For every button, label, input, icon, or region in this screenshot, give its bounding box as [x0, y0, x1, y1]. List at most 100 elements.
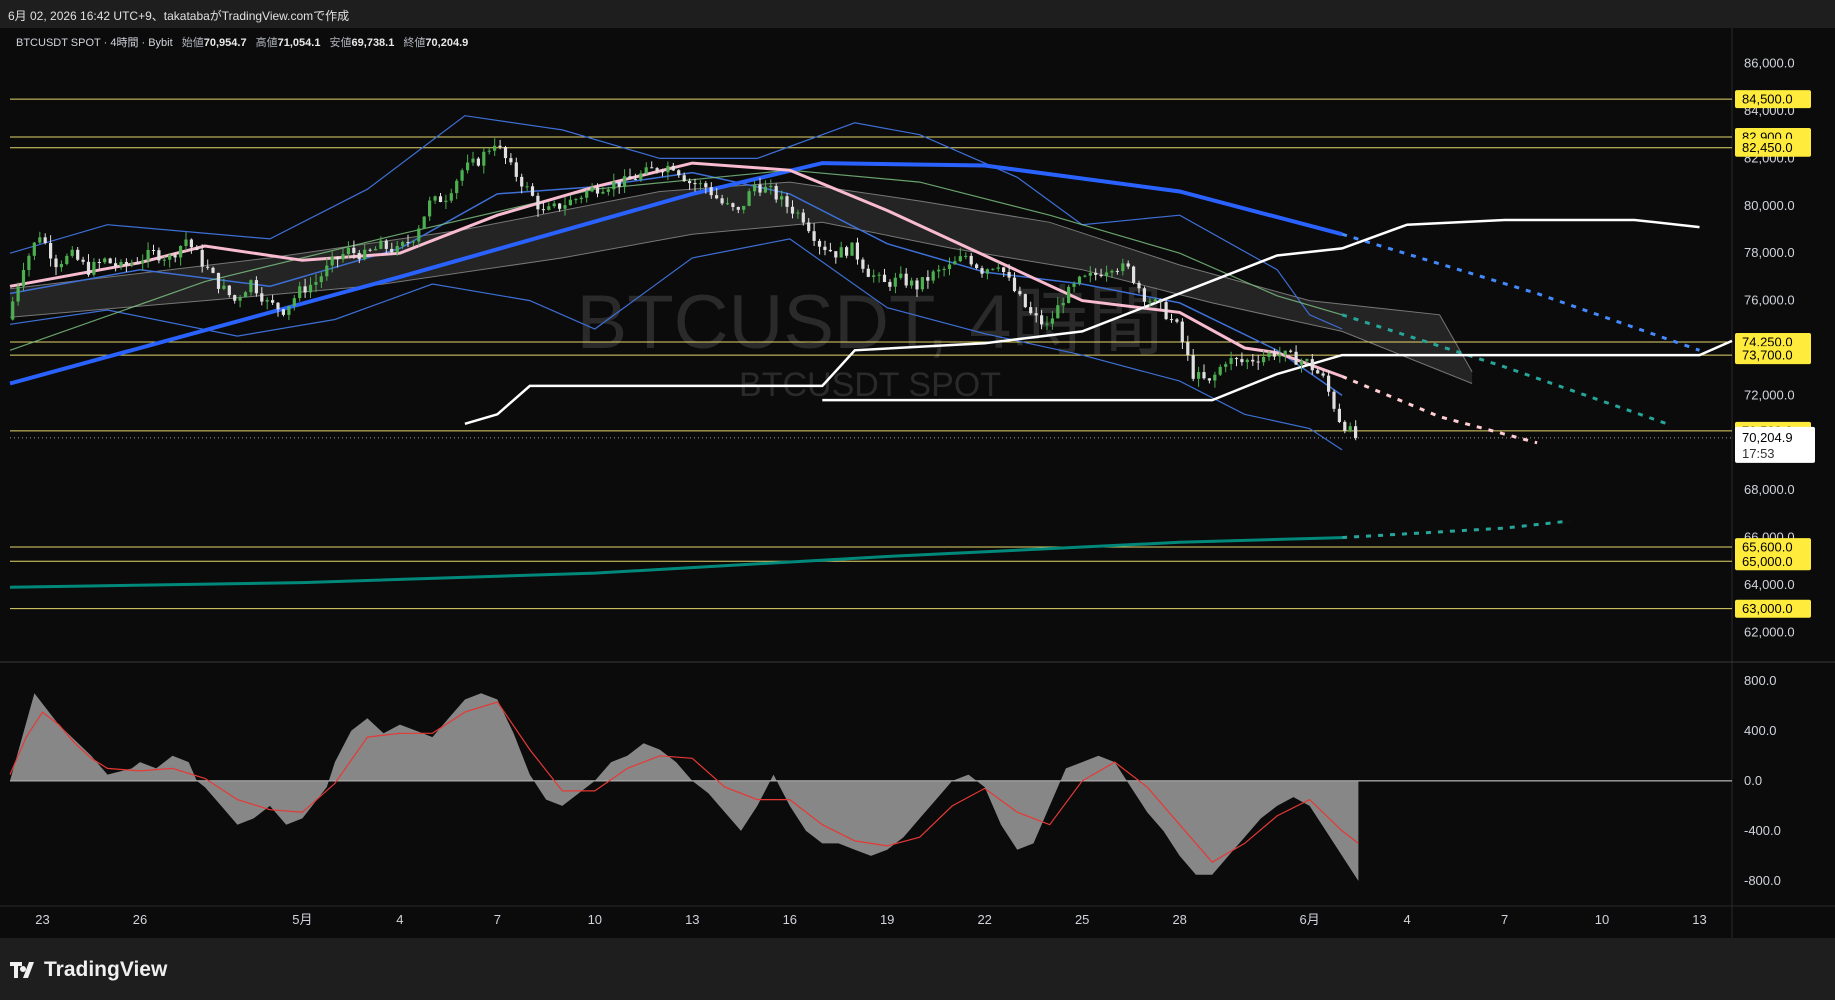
- candlestick: [1278, 354, 1282, 357]
- candlestick: [720, 198, 724, 204]
- candlestick: [119, 262, 123, 267]
- candlestick: [1316, 370, 1320, 374]
- candlestick: [357, 253, 361, 260]
- candlestick: [1337, 408, 1341, 422]
- candlestick: [910, 280, 914, 286]
- candlestick: [124, 262, 128, 266]
- time-axis-tick-label: 22: [977, 912, 991, 927]
- close-value: 70,204.9: [425, 37, 469, 49]
- candlestick: [1094, 272, 1098, 275]
- candlestick: [38, 237, 42, 243]
- candlestick: [796, 212, 800, 214]
- chart-canvas[interactable]: BTCUSDT, 4時間 BTCUSDT SPOT 62,000.064,000…: [0, 28, 1835, 938]
- candlestick: [1202, 372, 1206, 379]
- candlestick: [86, 261, 91, 275]
- candlestick: [379, 240, 383, 249]
- candlestick: [807, 222, 811, 232]
- candlestick: [747, 191, 751, 206]
- footer-bar: TradingView: [0, 938, 1835, 1000]
- candlestick: [991, 268, 995, 270]
- ma-pink-projection: [1341, 375, 1538, 445]
- candlestick: [1294, 351, 1298, 365]
- candlestick: [97, 262, 101, 263]
- candlestick: [964, 255, 968, 257]
- candlestick: [942, 269, 946, 270]
- candlestick: [1088, 272, 1092, 276]
- candlestick: [769, 186, 773, 187]
- candlestick: [536, 195, 540, 210]
- candlestick: [953, 261, 957, 265]
- candlestick: [200, 250, 204, 267]
- candlestick: [206, 266, 210, 268]
- candlestick: [16, 286, 20, 302]
- candlestick: [606, 189, 610, 192]
- candlestick: [184, 239, 188, 246]
- candlestick: [709, 187, 713, 196]
- candlestick: [547, 206, 551, 210]
- candlestick: [601, 191, 605, 194]
- candlestick: [595, 187, 600, 194]
- candlestick: [1197, 372, 1201, 379]
- candlestick: [1110, 270, 1114, 273]
- candlestick: [1251, 359, 1255, 362]
- candlestick: [872, 275, 876, 277]
- candlestick: [666, 165, 670, 173]
- time-axis-tick-label: 4: [1403, 912, 1410, 927]
- candlestick: [287, 306, 291, 315]
- candlestick: [222, 285, 226, 289]
- candlestick: [650, 167, 654, 169]
- candlestick: [1018, 291, 1022, 295]
- candlestick: [888, 282, 892, 287]
- high-label: 高値: [255, 37, 278, 49]
- time-axis-tick-label: 23: [35, 912, 49, 927]
- candlestick: [92, 262, 96, 275]
- candlestick: [1272, 352, 1276, 357]
- candlestick: [812, 231, 816, 241]
- candlestick: [698, 183, 702, 185]
- candlestick: [108, 258, 112, 264]
- candlestick: [1050, 318, 1054, 324]
- tradingview-logo-icon: [10, 962, 34, 978]
- current-price-value: 70,204.9: [1742, 430, 1793, 445]
- candlestick: [969, 255, 973, 265]
- candlestick: [43, 237, 47, 243]
- candlestick: [433, 196, 437, 201]
- candlestick: [265, 300, 269, 302]
- candlestick: [49, 243, 53, 259]
- candlestick: [1072, 283, 1076, 287]
- candlestick: [135, 263, 139, 265]
- candlestick: [466, 162, 470, 171]
- candlestick: [763, 186, 767, 193]
- candlestick: [233, 295, 237, 301]
- candlestick: [130, 263, 134, 265]
- candlestick: [503, 147, 508, 159]
- candlestick: [823, 246, 827, 250]
- candlestick: [899, 273, 903, 278]
- time-axis-tick-label: 13: [1692, 912, 1706, 927]
- candlestick: [260, 293, 264, 302]
- candlestick: [32, 242, 36, 256]
- candlestick: [1121, 263, 1125, 272]
- candlestick: [1148, 301, 1152, 303]
- candlestick: [70, 249, 74, 256]
- chart-area[interactable]: BTCUSDT, 4時間 BTCUSDT SPOT 62,000.0 64,000…: [0, 28, 1835, 938]
- watermark-main: BTCUSDT, 4時間: [577, 280, 1164, 365]
- snapshot-caption: 6月 02, 2026 16:42 UTC+9、takatabaがTrading…: [8, 9, 350, 23]
- candlestick: [281, 309, 285, 315]
- candlestick: [541, 209, 545, 211]
- candlestick: [330, 256, 334, 266]
- candlestick: [1186, 342, 1190, 356]
- candlestick: [1207, 378, 1211, 381]
- candlestick: [617, 181, 621, 187]
- candlestick: [671, 165, 675, 171]
- tradingview-logo[interactable]: TradingView: [10, 958, 167, 982]
- candlestick: [162, 259, 166, 261]
- candlestick: [254, 280, 258, 294]
- candlestick: [1245, 359, 1249, 363]
- candlestick: [845, 247, 849, 256]
- candlestick: [980, 268, 984, 274]
- candlestick: [1012, 277, 1017, 292]
- candlestick: [731, 203, 735, 207]
- time-axis-tick-label: 16: [783, 912, 797, 927]
- price-axis-tick-label: 80,000.0: [1744, 198, 1795, 213]
